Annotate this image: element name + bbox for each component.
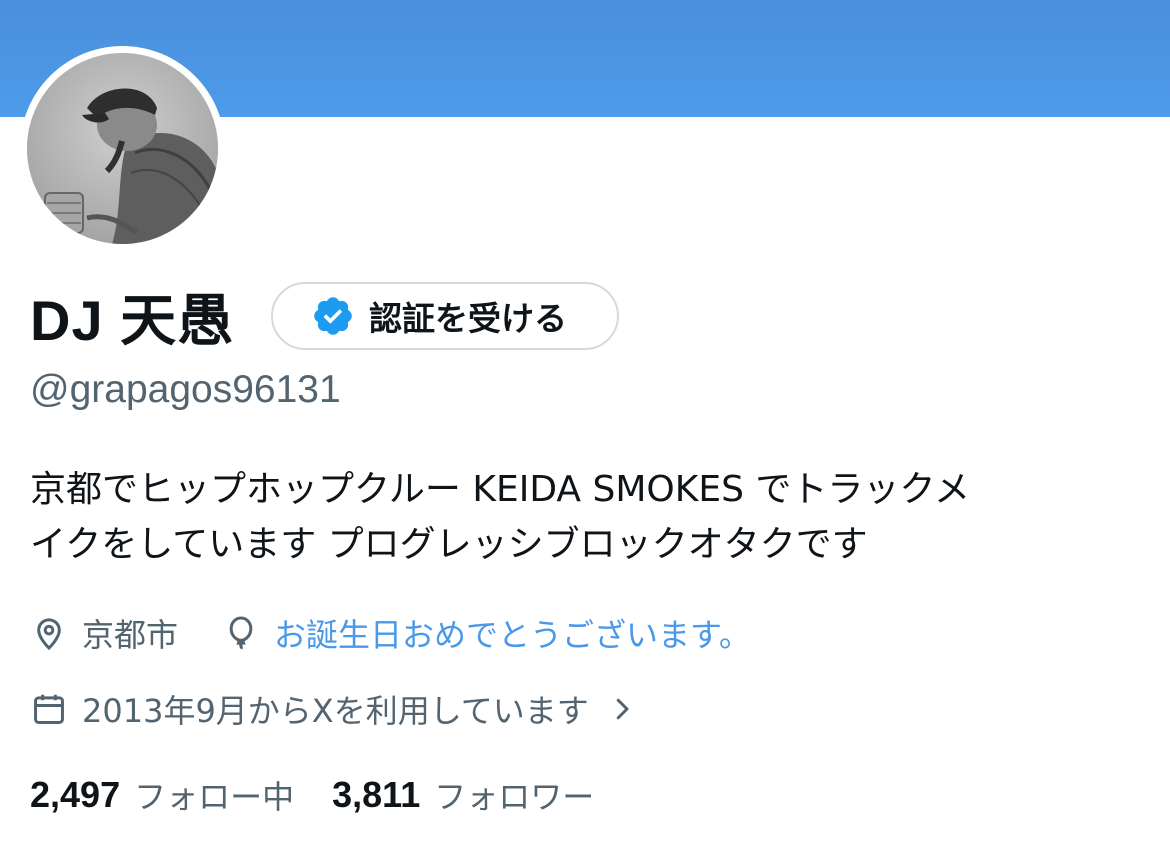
followers-label: フォロワー <box>434 778 595 816</box>
avatar[interactable] <box>27 53 218 244</box>
balloon-icon <box>229 616 253 650</box>
followers-link[interactable]: 3,811 フォロワー <box>332 772 594 818</box>
username-handle: @grapagos96131 <box>30 368 341 411</box>
bio-line: イクをしています プログレッシブロックオタクです <box>30 524 868 565</box>
birthday-message-link[interactable]: お誕生日おめでとうございます。 <box>274 610 751 656</box>
profile-meta-row: 京都市 お誕生日おめでとうございます。 <box>30 606 751 660</box>
verified-badge-icon <box>314 297 352 335</box>
display-name: DJ 天愚 <box>30 288 235 352</box>
followers-count: 3,811 <box>332 774 421 815</box>
following-label: フォロー中 <box>134 778 295 816</box>
follow-stats: 2,497 フォロー中 3,811 フォロワー <box>30 768 594 822</box>
location-text: 京都市 <box>82 616 179 654</box>
get-verified-button[interactable]: 認証を受ける <box>271 282 619 350</box>
joined-row[interactable]: 2013年9月からXを利用しています <box>30 682 637 736</box>
birthday-item[interactable]: お誕生日おめでとうございます。 <box>222 610 751 656</box>
bio: 京都でヒップホップクルー KEIDA SMOKES でトラックメ イクをしていま… <box>30 462 1150 572</box>
chevron-right-icon <box>616 698 629 720</box>
display-name-row: DJ 天愚 <box>30 280 234 352</box>
avatar-pencil-sketch <box>27 53 218 244</box>
calendar-icon <box>34 694 64 724</box>
joined-date-text: 2013年9月からXを利用しています <box>82 692 589 730</box>
location-pin-icon <box>37 618 61 651</box>
following-link[interactable]: 2,497 フォロー中 <box>30 772 294 818</box>
bio-line: 京都でヒップホップクルー KEIDA SMOKES でトラックメ <box>30 469 970 510</box>
following-count: 2,497 <box>30 774 121 815</box>
get-verified-label: 認証を受ける <box>369 299 567 338</box>
